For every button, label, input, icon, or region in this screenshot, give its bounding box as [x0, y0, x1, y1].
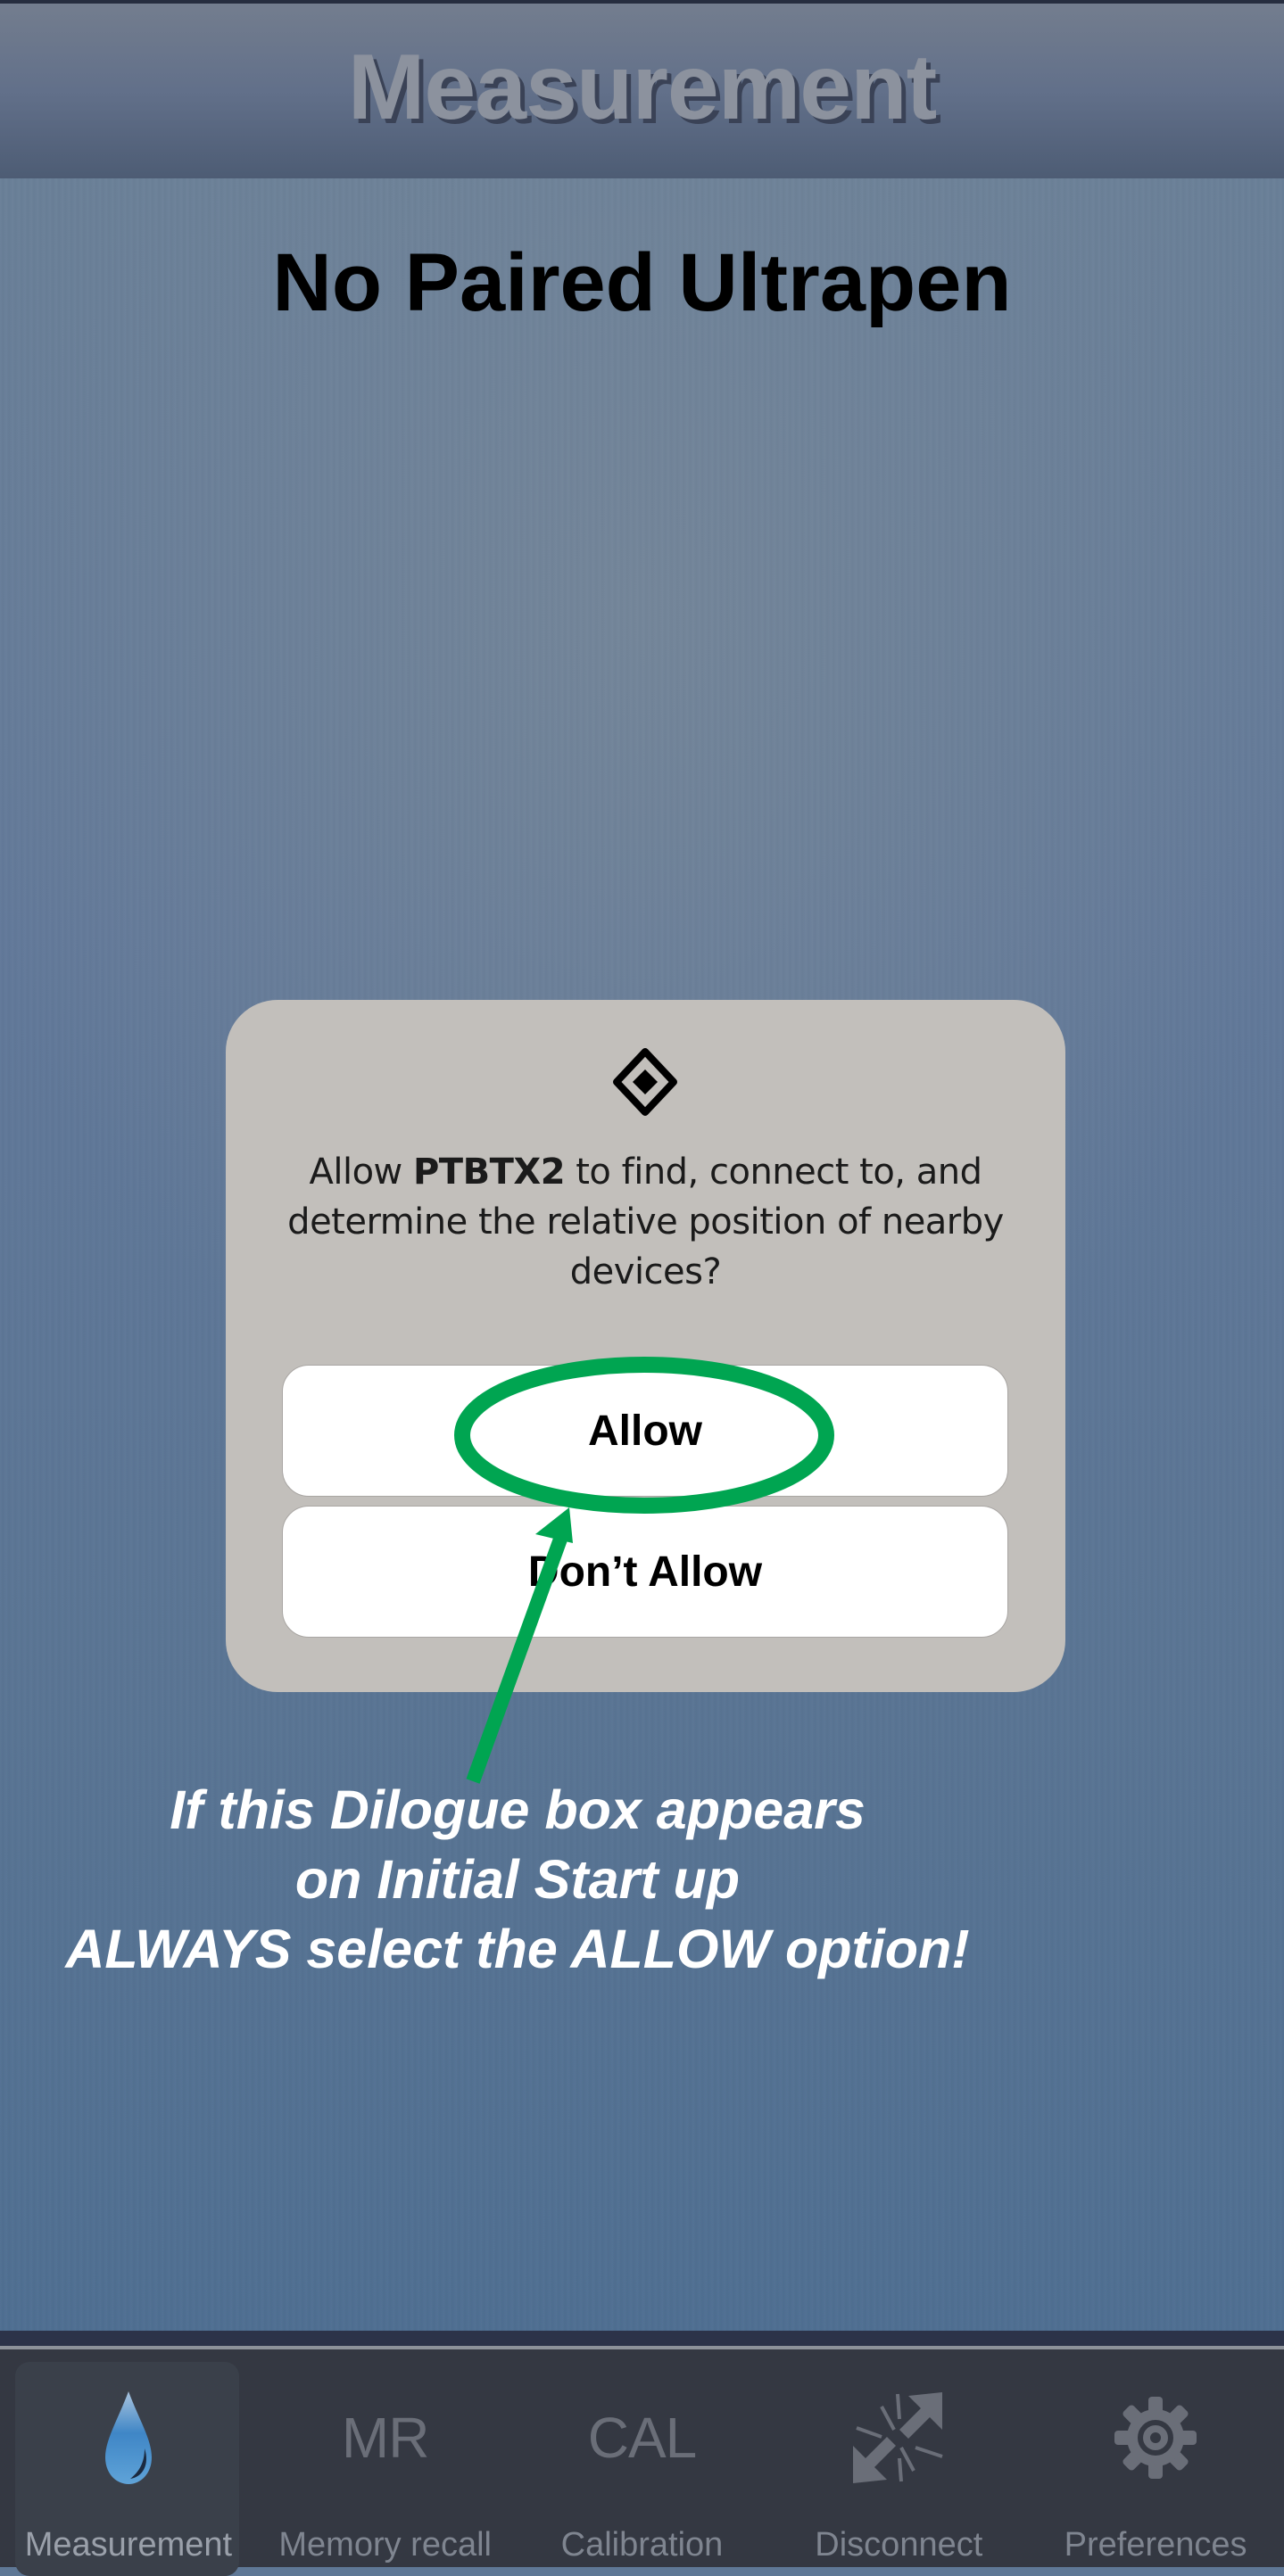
nav-item-preferences[interactable]: Preferences: [1027, 2349, 1284, 2567]
pairing-status: No Paired Ultrapen: [272, 237, 1012, 328]
nav-item-memory-recall[interactable]: MR Memory recall: [257, 2349, 514, 2567]
bottom-navigation: Measurement MR Memory recall CAL Calibra…: [0, 2349, 1284, 2576]
nav-item-calibration[interactable]: CAL Calibration: [514, 2349, 771, 2567]
page-title: Measurement: [347, 35, 937, 139]
instruction-line: ALWAYS select the ALLOW option!: [65, 1919, 970, 1979]
nav-label: Measurement: [24, 2526, 233, 2564]
nav-item-measurement[interactable]: Measurement: [0, 2349, 257, 2576]
app-header: Measurement: [0, 4, 1284, 178]
nav-separator-strip: [0, 2331, 1284, 2346]
dialog-message-prefix: Allow: [309, 1152, 413, 1193]
nav-label: Memory recall: [278, 2526, 492, 2564]
app-name: PTBTX2: [412, 1152, 566, 1193]
gear-icon: [1114, 2397, 1197, 2479]
nav-item-disconnect[interactable]: Disconnect: [770, 2349, 1027, 2567]
instruction-line: on Initial Start up: [294, 1849, 741, 1910]
dont-allow-button[interactable]: Don’t Allow: [282, 1506, 1008, 1638]
nav-label: Preferences: [1064, 2526, 1247, 2564]
instruction-text: If this Dilogue box appears on Initial S…: [0, 1775, 1035, 1984]
memory-recall-icon: MR: [341, 2406, 430, 2470]
permission-dialog: Allow PTBTX2 to find, connect to, and de…: [226, 1000, 1065, 1692]
disconnect-icon: [853, 2392, 943, 2483]
nav-label: Disconnect: [815, 2526, 983, 2564]
nearby-devices-icon: [613, 1048, 677, 1116]
allow-button[interactable]: Allow: [282, 1365, 1008, 1497]
nav-label: Calibration: [560, 2526, 724, 2564]
water-drop-icon: [104, 2391, 152, 2484]
calibration-icon: CAL: [587, 2406, 697, 2470]
dialog-message: Allow PTBTX2 to find, connect to, and de…: [261, 1147, 1030, 1297]
instruction-line: If this Dilogue box appears: [170, 1779, 866, 1840]
